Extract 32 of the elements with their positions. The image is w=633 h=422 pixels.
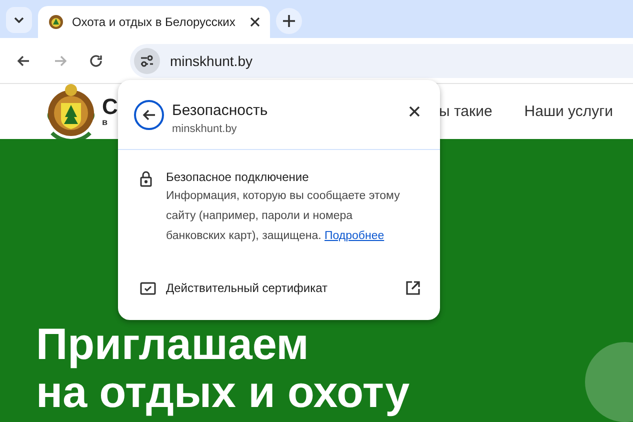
chevron-down-icon (14, 17, 24, 23)
arrow-left-icon (142, 109, 156, 121)
tab-title: Охота и отдых в Белорусских (72, 15, 236, 29)
tune-icon (140, 54, 154, 66)
tab-list-button[interactable] (6, 7, 32, 33)
close-tab-button[interactable] (250, 17, 260, 27)
hero-heading: Приглашаем (36, 321, 309, 369)
site-name: С (102, 96, 118, 118)
reload-icon (88, 52, 104, 68)
nav-link[interactable]: ы такие (439, 103, 492, 120)
popup-domain: minskhunt.by (172, 123, 238, 135)
certificate-row[interactable]: Действительный сертификат (118, 276, 440, 300)
close-button[interactable] (409, 106, 420, 117)
address-bar[interactable]: minskhunt.by (130, 44, 633, 78)
close-icon (409, 106, 420, 117)
connection-title: Безопасное подключение (166, 170, 310, 184)
learn-more-link[interactable]: Подробнее (324, 230, 384, 242)
popup-title: Безопасность (172, 102, 269, 119)
lock-icon (140, 171, 152, 187)
external-link-icon (406, 281, 420, 295)
nav-link[interactable]: Наши услуги (524, 103, 613, 120)
hero-heading: на отдых и охоту (36, 369, 410, 417)
certificate-icon (140, 282, 156, 294)
site-tagline: в (102, 118, 109, 127)
new-tab-button[interactable] (276, 8, 302, 34)
connection-description: Информация, которую вы сообщаете этому сайту (например, пароли и номера банковских карт), защищена. Подробнее (166, 189, 401, 244)
close-icon (250, 17, 260, 27)
back-button[interactable] (134, 100, 164, 130)
browser-tab[interactable]: Охота и отдых в Белорусских (38, 6, 270, 38)
site-info-button[interactable] (134, 48, 160, 74)
plus-icon (283, 15, 295, 27)
emblem-icon (48, 14, 64, 30)
